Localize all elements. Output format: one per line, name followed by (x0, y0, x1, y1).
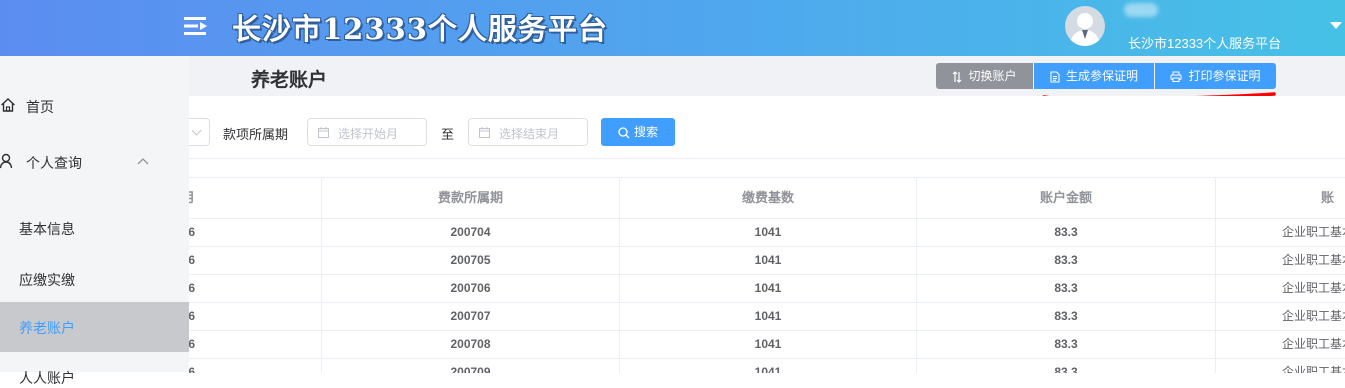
table-cell: 6 (189, 359, 322, 373)
table-cell: 1041 (620, 359, 917, 373)
sidebar-item-label: 个人查询 (26, 155, 82, 171)
sidebar-item-home[interactable]: 首页 (0, 92, 189, 118)
search-button[interactable]: 搜索 (601, 118, 675, 146)
table-cell: 6 (189, 303, 322, 330)
sidebar-item-label: 首页 (26, 99, 54, 115)
avatar[interactable] (1065, 6, 1105, 46)
table-cell: 200705 (322, 247, 620, 274)
table-cell: 83.3 (917, 303, 1216, 330)
generate-certificate-label: 生成参保证明 (1065, 69, 1138, 83)
table-cell: 200709 (322, 359, 620, 373)
calendar-icon (479, 127, 490, 138)
column-header: 月 (189, 178, 322, 218)
table-row: 6200707104183.3企业职工基本 (189, 303, 1345, 331)
table-cell: 6 (189, 219, 322, 246)
table-cell: 企业职工基本 (1216, 331, 1345, 358)
print-certificate-button[interactable]: 打印参保证明 (1155, 63, 1276, 89)
sidebar-item-label: 应缴实缴 (19, 272, 75, 288)
table-cell: 6 (189, 247, 322, 274)
search-icon (618, 127, 630, 139)
column-header: 费款所属期 (322, 178, 620, 218)
pension-account-table: 月 费款所属期 缴费基数 账户金额 账 6200704104183.3企业职工基… (189, 177, 1345, 373)
caret-down-icon[interactable] (1330, 22, 1342, 29)
start-month-placeholder: 选择开始月 (338, 127, 399, 141)
column-header: 缴费基数 (620, 178, 917, 218)
table-cell: 200707 (322, 303, 620, 330)
sidebar-item-personal-query[interactable]: 个人查询 (0, 148, 189, 174)
table-row: 6200709104183.3企业职工基本 (189, 359, 1345, 373)
chevron-up-icon (137, 158, 149, 165)
column-header: 账户金额 (917, 178, 1216, 218)
end-month-input[interactable]: 选择结束月 (468, 118, 588, 146)
sidebar-item-label: 人人账户 (19, 370, 75, 386)
table-cell: 6 (189, 275, 322, 302)
table-cell: 企业职工基本 (1216, 303, 1345, 330)
sidebar: 首页 个人查询 基本信息 应缴实缴 养老账户 人人账户 (0, 56, 189, 386)
table-cell: 1041 (620, 247, 917, 274)
app-title: 长沙市12333个人服务平台 (232, 12, 608, 46)
home-icon (1, 98, 15, 112)
table-cell: 200708 (322, 331, 620, 358)
table-cell: 200706 (322, 275, 620, 302)
table-row: 6200704104183.3企业职工基本 (189, 219, 1345, 247)
search-label: 搜索 (633, 125, 658, 139)
table-cell: 企业职工基本 (1216, 275, 1345, 302)
sidebar-item-basic-info[interactable]: 基本信息 (0, 214, 189, 240)
top-header: 长沙市12333个人服务平台 长沙市12333个人服务平台 (0, 0, 1345, 56)
switch-account-button[interactable]: 切换账户 (936, 63, 1033, 89)
table-cell: 企业职工基本 (1216, 247, 1345, 274)
table-cell: 企业职工基本 (1216, 219, 1345, 246)
generate-certificate-button[interactable]: 生成参保证明 (1034, 63, 1154, 89)
table-cell: 83.3 (917, 359, 1216, 373)
print-certificate-label: 打印参保证明 (1188, 69, 1261, 83)
page-title: 养老账户 (251, 70, 328, 91)
table-header: 月 费款所属期 缴费基数 账户金额 账 (189, 178, 1345, 219)
table-cell: 83.3 (917, 247, 1216, 274)
user-subtitle: 长沙市12333个人服务平台 (1128, 36, 1282, 51)
to-label: 至 (441, 127, 455, 142)
sidebar-item-payments[interactable]: 应缴实缴 (0, 265, 189, 291)
page-header: 养老账户 切换账户 生成参保证明 打印参保证明 (189, 56, 1345, 97)
swap-icon (953, 70, 962, 83)
calendar-icon (318, 127, 329, 138)
sidebar-item-label: 养老账户 (19, 320, 75, 336)
table-cell: 企业职工基本 (1216, 359, 1345, 373)
table-cell: 1041 (620, 331, 917, 358)
table-cell: 200704 (322, 219, 620, 246)
column-header: 账 (1216, 178, 1345, 218)
end-month-placeholder: 选择结束月 (499, 127, 560, 141)
switch-account-label: 切换账户 (968, 69, 1017, 83)
table-row: 6200705104183.3企业职工基本 (189, 247, 1345, 275)
sidebar-item-personal-account[interactable]: 人人账户 (0, 362, 189, 388)
sidebar-item-label: 基本信息 (19, 221, 75, 237)
username-blurred (1124, 3, 1158, 17)
table-cell: 83.3 (917, 331, 1216, 358)
filter-bar: 款项所属期 选择开始月 至 选择结束月 搜索 (189, 96, 1345, 159)
printer-icon (1170, 71, 1182, 83)
account-type-select[interactable] (189, 118, 210, 146)
table-cell: 1041 (620, 219, 917, 246)
period-label: 款项所属期 (223, 127, 289, 142)
menu-toggle-icon[interactable] (183, 14, 209, 38)
table-row: 6200706104183.3企业职工基本 (189, 275, 1345, 303)
table-cell: 1041 (620, 275, 917, 302)
table-cell: 1041 (620, 303, 917, 330)
table-row: 6200708104183.3企业职工基本 (189, 331, 1345, 359)
start-month-input[interactable]: 选择开始月 (307, 118, 427, 146)
document-icon (1050, 71, 1060, 83)
table-cell: 83.3 (917, 219, 1216, 246)
table-cell: 83.3 (917, 275, 1216, 302)
table-cell: 6 (189, 331, 322, 358)
user-icon (0, 153, 13, 169)
sidebar-item-pension-account[interactable]: 养老账户 (0, 302, 189, 352)
